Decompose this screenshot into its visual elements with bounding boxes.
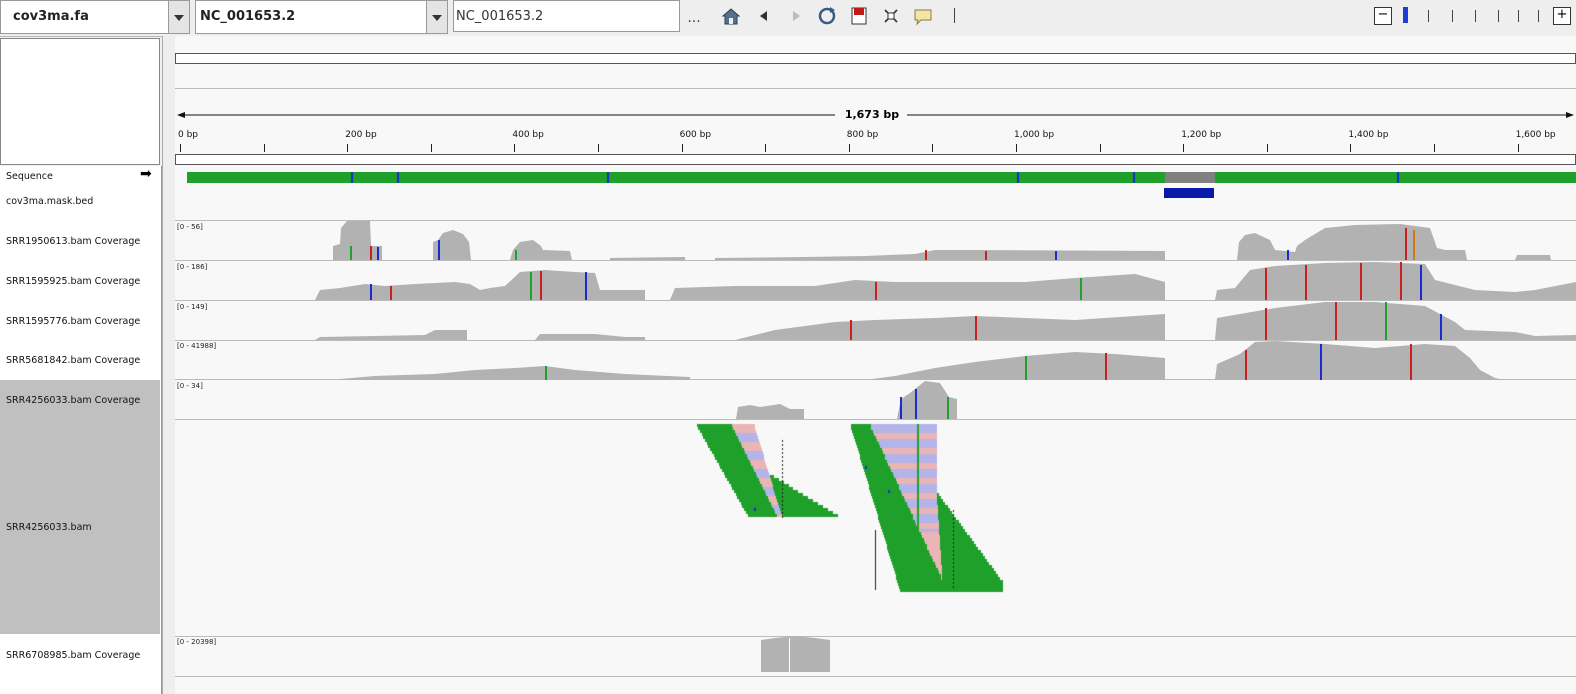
ruler-tick [347,144,349,152]
separator [175,88,1576,89]
coverage-track[interactable] [175,300,1576,340]
ruler-tick-label: 600 bp [679,130,712,140]
track-name-mask[interactable]: cov3ma.mask.bed [6,196,93,207]
popup-text-icon[interactable] [912,5,934,27]
ruler-tick-label: 1,200 bp [1181,130,1222,140]
track-name-coverage[interactable]: SRR4256033.bam Coverage [6,395,140,406]
zoom-tick[interactable] [1498,10,1499,22]
forward-icon[interactable] [785,5,807,27]
strand-arrow-icon[interactable]: ➡ [140,166,152,182]
ruler-tick-label: 0 bp [178,130,199,140]
back-icon[interactable] [753,5,775,27]
header-name-panel [0,38,160,165]
ruler-tick [1350,144,1352,152]
ruler-tick [1266,144,1268,152]
ruler-tick [598,144,599,152]
ruler-tick [1434,144,1435,152]
track-name-sequence[interactable]: Sequence [6,171,53,182]
span-label: 1,673 bp [844,108,900,121]
zoom-tick[interactable] [1538,10,1539,22]
zoom-out-button[interactable]: − [1374,7,1392,25]
ruler-tick-label: 1,400 bp [1348,130,1389,140]
ruler-tick-label: 1,000 bp [1014,130,1055,140]
ruler-tick [932,144,934,152]
chromosome-value: NC_001653.2 [200,9,296,24]
track-name-coverage[interactable]: SRR1950613.bam Coverage [6,236,140,247]
data-panel: 1,673 bp 0 bp 200 bp 400 bp 600 bp 800 bp 1,0… [175,36,1576,694]
ruler-tick [765,144,767,152]
sequence-bases [187,172,1576,183]
ruler-tick [1183,144,1185,152]
track-name-coverage[interactable]: SRR5681842.bam Coverage [6,355,140,366]
coverage-track[interactable] [175,636,1576,676]
zoom-tick[interactable] [1452,10,1453,22]
coverage-track[interactable] [175,260,1576,300]
coverage-track[interactable] [175,379,1576,419]
zoom-tick[interactable] [1428,10,1429,22]
locus-value: NC_001653.2 [456,9,544,24]
alignment-area[interactable] [175,420,1576,636]
resize-icon[interactable] [880,5,902,27]
toolbar: cov3ma.fa NC_001653.2 NC_001653.2 ... − … [0,0,1576,37]
chromosome-dropdown[interactable]: NC_001653.2 [195,0,448,34]
coverage-track[interactable] [175,340,1576,380]
locus-input[interactable]: NC_001653.2 [453,0,680,32]
ruler-tick-label: 400 bp [512,130,544,140]
zoom-tick[interactable] [1475,10,1476,22]
more-button[interactable]: ... [683,7,705,29]
toolbar-separator [954,8,955,23]
zoom-in-button[interactable]: + [1553,7,1571,25]
selected-track-highlight [0,380,160,634]
panel-divider[interactable] [162,36,176,694]
track-name-coverage[interactable]: SRR1595925.bam Coverage [6,276,140,287]
ruler-tick [848,144,850,152]
chevron-down-icon[interactable] [426,1,447,33]
ruler-tick-label: 800 bp [846,130,879,140]
ruler-tick [1517,144,1519,152]
mask-feature[interactable] [1164,188,1214,198]
track-name-alignment[interactable]: SRR4256033.bam [6,522,92,533]
ruler-tick-label: 200 bp [345,130,377,140]
alignment-reads [175,420,1576,636]
region-icon[interactable] [848,5,870,27]
ruler-tick [1016,144,1017,152]
zoom-slider-thumb[interactable] [1403,7,1408,23]
ruler-tick [514,144,516,152]
ruler-tick [430,144,432,152]
track-name-coverage[interactable]: SRR1595776.bam Coverage [6,316,140,327]
ruler-tick [263,144,265,152]
coverage-track[interactable] [175,220,1576,260]
ruler-box [175,154,1576,165]
sequence-bar[interactable] [187,168,1576,183]
zoom-tick[interactable] [1518,10,1519,22]
genome-dropdown[interactable]: cov3ma.fa [0,0,190,34]
home-icon[interactable] [720,5,742,27]
chromosome-ideogram[interactable] [175,53,1576,64]
ruler-tick [1099,144,1101,152]
chevron-down-icon[interactable] [168,1,189,33]
genome-value: cov3ma.fa [13,9,89,24]
separator [175,676,1576,677]
refresh-icon[interactable] [816,5,838,27]
ruler-tick [180,144,181,152]
track-name-coverage[interactable]: SRR6708985.bam Coverage [6,650,140,661]
ruler-tick [681,144,683,152]
ruler-tick-label: 1,600 bp [1515,130,1556,140]
track-name-panel: Sequence ➡ cov3ma.mask.bed SRR1950613.ba… [0,166,162,694]
